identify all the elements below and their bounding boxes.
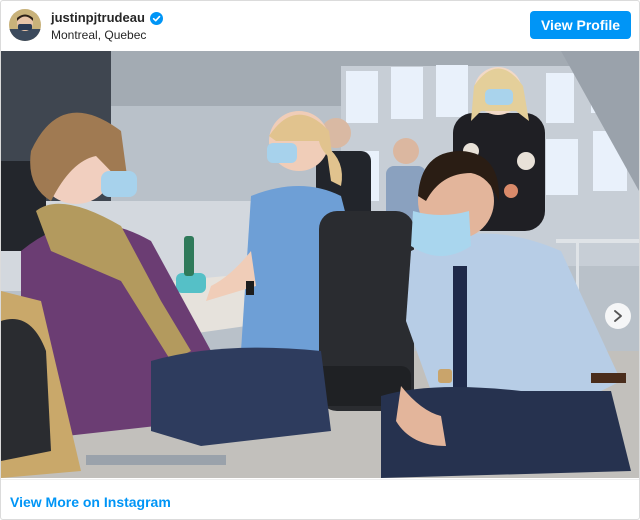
post-header: justinpjtrudeau Montreal, Quebec View Pr…	[1, 1, 639, 51]
avatar[interactable]	[9, 9, 41, 41]
chevron-right-icon	[614, 310, 622, 322]
post-photo[interactable]	[1, 51, 639, 478]
verified-badge-icon	[149, 11, 163, 25]
username-link[interactable]: justinpjtrudeau	[51, 10, 145, 26]
username-row: justinpjtrudeau	[51, 10, 163, 26]
instagram-embed-card: justinpjtrudeau Montreal, Quebec View Pr…	[0, 0, 640, 520]
view-more-link[interactable]: View More on Instagram	[10, 494, 171, 510]
user-info: justinpjtrudeau Montreal, Quebec	[51, 10, 163, 43]
carousel-next-button[interactable]	[605, 303, 631, 329]
location-link[interactable]: Montreal, Quebec	[51, 28, 163, 43]
view-profile-button[interactable]: View Profile	[530, 11, 631, 39]
post-footer: View More on Instagram	[1, 479, 639, 519]
vaccination-site-photo	[1, 51, 639, 478]
avatar-image	[9, 9, 41, 41]
